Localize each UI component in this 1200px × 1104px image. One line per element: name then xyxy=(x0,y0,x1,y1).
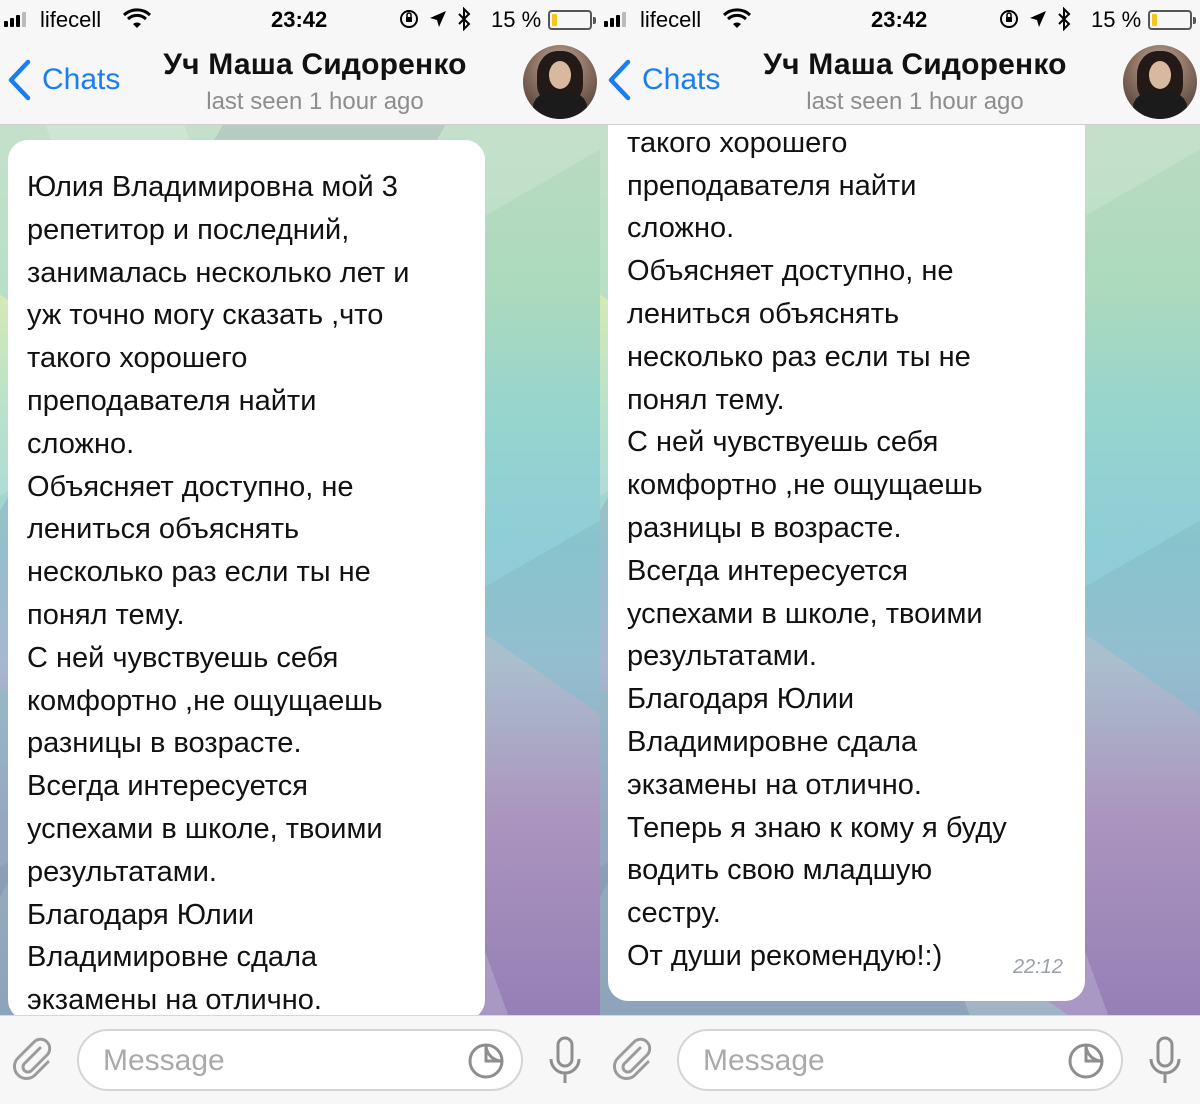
status-time: 23:42 xyxy=(871,7,928,32)
message-text: Юлия Владимировна мой 3 репетитор и посл… xyxy=(27,171,410,1015)
sticker-icon[interactable] xyxy=(467,1042,505,1080)
chat-header[interactable]: Уч Маша Сидоренко last seen 1 hour ago xyxy=(150,48,480,116)
bluetooth-icon xyxy=(458,7,471,31)
message-time: 22:12 xyxy=(1012,956,1063,979)
paperclip-icon[interactable] xyxy=(10,1036,56,1082)
message-text: уж точно могу сказать ,что такого хороше… xyxy=(627,126,1007,972)
location-icon xyxy=(430,11,446,27)
back-button[interactable]: Chats xyxy=(6,58,120,102)
status-time: 23:42 xyxy=(271,7,328,32)
message-input[interactable] xyxy=(703,1041,1043,1081)
chevron-left-icon xyxy=(608,59,631,101)
status-bar: lifecell 23:42 15 % xyxy=(600,0,1200,40)
battery-percent: 15 % xyxy=(491,7,542,32)
bluetooth-icon xyxy=(1058,7,1071,31)
battery-percent: 15 % xyxy=(1091,7,1142,32)
chat-title: Уч Маша Сидоренко xyxy=(163,48,467,81)
signal-icon xyxy=(4,12,26,27)
carrier-name: lifecell xyxy=(640,7,702,32)
status-bar: lifecell 23:42 15 % xyxy=(0,0,600,40)
microphone-icon[interactable] xyxy=(1145,1035,1185,1087)
nav-bar: Chats Уч Маша Сидоренко last seen 1 hour… xyxy=(600,40,1200,125)
chat-title: Уч Маша Сидоренко xyxy=(763,48,1067,81)
message-input[interactable] xyxy=(103,1041,443,1081)
location-icon xyxy=(1030,11,1046,27)
avatar[interactable] xyxy=(523,45,597,119)
chat-background: Юлия Владимировна мой 3 репетитор и посл… xyxy=(0,125,600,1015)
chat-header[interactable]: Уч Маша Сидоренко last seen 1 hour ago xyxy=(750,48,1080,116)
sticker-icon[interactable] xyxy=(1067,1042,1105,1080)
battery-icon xyxy=(1148,10,1196,30)
avatar[interactable] xyxy=(1123,45,1197,119)
back-label: Chats xyxy=(642,63,721,96)
last-seen-status: last seen 1 hour ago xyxy=(206,88,424,115)
chevron-left-icon xyxy=(8,59,31,101)
message-field xyxy=(77,1029,523,1091)
message-field xyxy=(677,1029,1123,1091)
battery-icon xyxy=(548,10,596,30)
microphone-icon[interactable] xyxy=(545,1035,585,1087)
back-label: Chats xyxy=(42,63,121,96)
message-bubble[interactable]: Юлия Владимировна мой 3 репетитор и посл… xyxy=(8,140,485,1015)
paperclip-icon[interactable] xyxy=(610,1036,656,1082)
input-bar xyxy=(600,1015,1200,1104)
orientation-lock-icon xyxy=(1000,10,1018,28)
input-bar xyxy=(0,1015,600,1104)
chat-background: уж точно могу сказать ,что такого хороше… xyxy=(600,125,1200,1015)
wifi-icon xyxy=(122,8,152,28)
carrier-name: lifecell xyxy=(40,7,102,32)
chat-screen-left: lifecell 23:42 15 % Chats Уч Маша Сидоре… xyxy=(0,0,600,1104)
chat-screen-right: lifecell 23:42 15 % Chats Уч Маша Сидоре… xyxy=(600,0,1200,1104)
orientation-lock-icon xyxy=(400,10,418,28)
signal-icon xyxy=(604,12,626,27)
nav-bar: Chats Уч Маша Сидоренко last seen 1 hour… xyxy=(0,40,600,125)
last-seen-status: last seen 1 hour ago xyxy=(806,88,1024,115)
back-button[interactable]: Chats xyxy=(606,58,720,102)
message-bubble[interactable]: уж точно могу сказать ,что такого хороше… xyxy=(608,125,1085,1001)
wifi-icon xyxy=(722,8,752,28)
